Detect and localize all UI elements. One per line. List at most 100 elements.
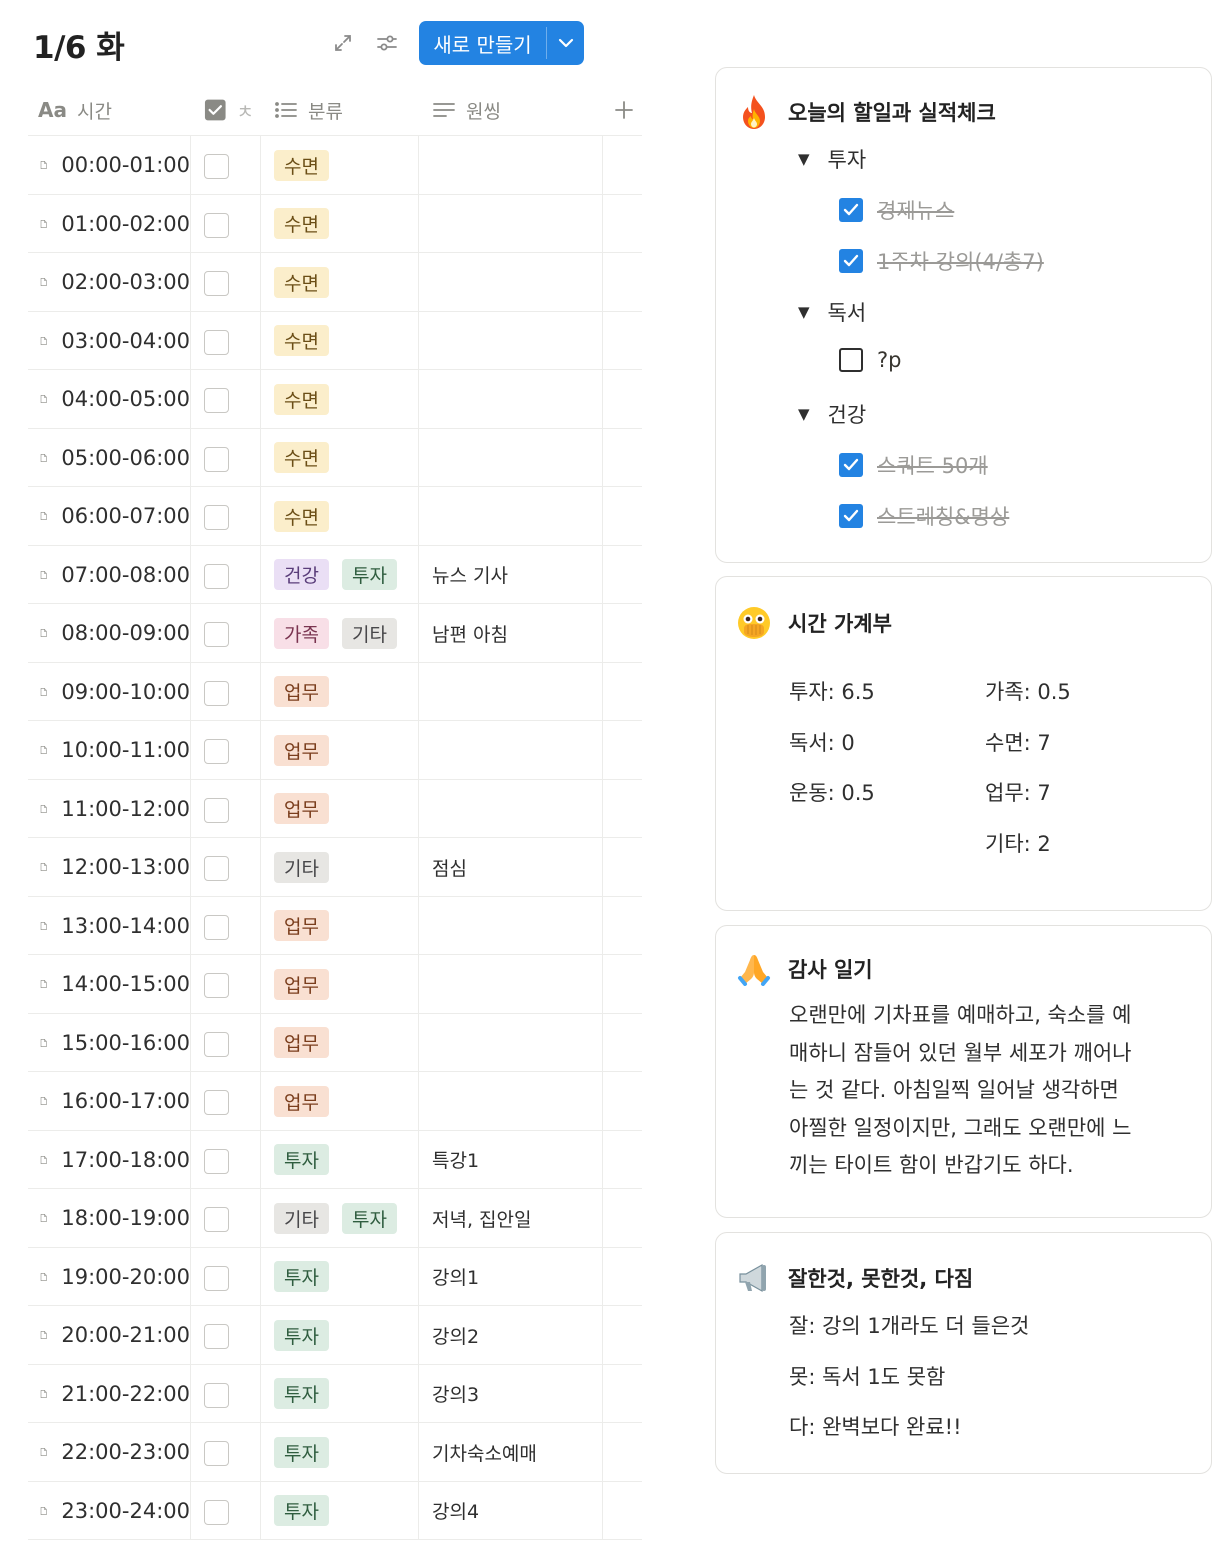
time-cell[interactable]: 22:00-23:00 — [40, 1423, 190, 1481]
category-tag[interactable]: 업무 — [274, 734, 329, 766]
category-cell[interactable]: 수면 — [274, 429, 329, 487]
row-checkbox[interactable] — [204, 388, 229, 413]
todo-checkbox[interactable] — [839, 249, 863, 273]
row-checkbox[interactable] — [204, 329, 229, 355]
source-cell[interactable]: 강의1 — [432, 1248, 479, 1306]
category-tag[interactable]: 투자 — [274, 1261, 329, 1292]
new-button[interactable]: 새로 만들기 — [419, 21, 546, 65]
table-row[interactable]: 00:00-01:00 수면 — [28, 136, 642, 195]
category-tag[interactable]: 수면 — [274, 442, 329, 473]
time-cell[interactable]: 06:00-07:00 — [40, 487, 190, 545]
row-checkbox[interactable] — [204, 622, 229, 647]
table-row[interactable]: 04:00-05:00 수면 — [28, 370, 642, 429]
category-tag[interactable]: 수면 — [274, 500, 329, 532]
table-row[interactable]: 23:00-24:00 투자 강의4 — [28, 1482, 642, 1540]
source-cell[interactable]: 기차숙소예매 — [432, 1423, 537, 1481]
row-checkbox[interactable] — [204, 797, 229, 823]
toggle-triangle-icon[interactable]: ▼ — [798, 405, 810, 423]
table-row[interactable]: 09:00-10:00 업무 — [28, 663, 642, 721]
category-tag[interactable]: 투자 — [341, 1202, 397, 1234]
toggle-group[interactable]: ▼ 독서 — [798, 297, 866, 327]
table-row[interactable]: 03:00-04:00 수면 — [28, 312, 642, 370]
chevron-down-icon[interactable] — [547, 21, 584, 65]
category-tag[interactable]: 건강 — [274, 559, 329, 590]
time-cell[interactable]: 13:00-14:00 — [40, 897, 190, 955]
source-cell[interactable]: 강의4 — [432, 1482, 479, 1540]
category-cell[interactable]: 투자 — [274, 1482, 329, 1540]
time-cell[interactable]: 07:00-08:00 — [40, 546, 190, 604]
row-checkbox[interactable] — [204, 212, 229, 238]
time-cell[interactable]: 17:00-18:00 — [40, 1131, 190, 1189]
category-tag[interactable]: 투자 — [274, 1436, 329, 1468]
table-row[interactable]: 22:00-23:00 투자 기차숙소예매 — [28, 1423, 642, 1482]
filter-settings-icon[interactable] — [374, 30, 400, 56]
row-checkbox[interactable] — [204, 739, 229, 764]
row-checkbox[interactable] — [204, 446, 229, 472]
category-cell[interactable]: 업무 — [274, 1014, 329, 1072]
table-row[interactable]: 18:00-19:00 기타 투자 저녁, 집안일 — [28, 1189, 642, 1248]
table-row[interactable]: 05:00-06:00 수면 — [28, 429, 642, 487]
category-cell[interactable]: 건강 투자 — [274, 546, 397, 604]
category-tag[interactable]: 수면 — [274, 383, 329, 415]
table-row[interactable]: 13:00-14:00 업무 — [28, 897, 642, 955]
category-cell[interactable]: 업무 — [274, 955, 329, 1013]
toggle-triangle-icon[interactable]: ▼ — [798, 150, 810, 168]
category-cell[interactable]: 기타 — [274, 838, 329, 896]
column-header-time[interactable]: Aa 시간 — [38, 84, 112, 136]
row-checkbox[interactable] — [204, 1382, 229, 1408]
todo-checkbox[interactable] — [839, 453, 863, 477]
category-tag[interactable]: 수면 — [274, 325, 329, 356]
category-tag[interactable]: 투자 — [274, 1495, 329, 1526]
source-cell[interactable]: 점심 — [432, 838, 467, 896]
category-tag[interactable]: 업무 — [274, 1085, 329, 1117]
table-row[interactable]: 19:00-20:00 투자 강의1 — [28, 1248, 642, 1306]
source-cell[interactable]: 뉴스 기사 — [432, 546, 508, 604]
table-row[interactable]: 21:00-22:00 투자 강의3 — [28, 1365, 642, 1423]
toggle-group[interactable]: ▼ 투자 — [798, 144, 866, 174]
row-checkbox[interactable] — [204, 1207, 229, 1232]
category-cell[interactable]: 수면 — [274, 195, 329, 253]
row-checkbox[interactable] — [204, 856, 229, 881]
time-cell[interactable]: 00:00-01:00 — [40, 136, 190, 194]
time-cell[interactable]: 15:00-16:00 — [40, 1014, 190, 1072]
table-row[interactable]: 14:00-15:00 업무 — [28, 955, 642, 1014]
time-cell[interactable]: 23:00-24:00 — [40, 1482, 190, 1540]
table-row[interactable]: 15:00-16:00 업무 — [28, 1014, 642, 1072]
time-cell[interactable]: 08:00-09:00 — [40, 604, 190, 662]
category-cell[interactable]: 수면 — [274, 253, 329, 311]
category-cell[interactable]: 투자 — [274, 1131, 329, 1189]
row-checkbox[interactable] — [204, 1324, 229, 1349]
category-cell[interactable]: 수면 — [274, 487, 329, 545]
time-cell[interactable]: 10:00-11:00 — [40, 721, 190, 779]
row-checkbox[interactable] — [204, 973, 229, 998]
row-checkbox[interactable] — [204, 1265, 229, 1291]
todo-checkbox[interactable] — [839, 198, 863, 222]
category-tag[interactable]: 수면 — [274, 266, 329, 298]
todo-checkbox[interactable] — [839, 504, 863, 528]
category-tag[interactable]: 투자 — [274, 1144, 329, 1175]
category-tag[interactable]: 수면 — [274, 149, 329, 181]
row-checkbox[interactable] — [204, 1090, 229, 1115]
toggle-triangle-icon[interactable]: ▼ — [798, 303, 810, 321]
category-tag[interactable]: 기타 — [274, 1202, 329, 1234]
source-cell[interactable]: 특강1 — [432, 1131, 479, 1189]
category-cell[interactable]: 투자 — [274, 1306, 329, 1364]
category-cell[interactable]: 가족 기타 — [274, 604, 397, 662]
source-cell[interactable]: 강의2 — [432, 1306, 479, 1364]
category-cell[interactable]: 업무 — [274, 663, 329, 721]
row-checkbox[interactable] — [204, 914, 229, 940]
category-tag[interactable]: 업무 — [274, 676, 329, 707]
table-row[interactable]: 07:00-08:00 건강 투자 뉴스 기사 — [28, 546, 642, 604]
time-cell[interactable]: 11:00-12:00 — [40, 780, 190, 838]
category-tag[interactable]: 가족 — [274, 617, 329, 649]
source-cell[interactable]: 강의3 — [432, 1365, 479, 1423]
table-row[interactable]: 06:00-07:00 수면 — [28, 487, 642, 546]
category-tag[interactable]: 업무 — [274, 1027, 329, 1058]
table-row[interactable]: 12:00-13:00 기타 점심 — [28, 838, 642, 897]
category-tag[interactable]: 투자 — [341, 559, 397, 590]
table-row[interactable]: 20:00-21:00 투자 강의2 — [28, 1306, 642, 1365]
category-cell[interactable]: 투자 — [274, 1423, 329, 1481]
category-tag[interactable]: 기타 — [341, 617, 397, 649]
time-cell[interactable]: 04:00-05:00 — [40, 370, 190, 428]
category-cell[interactable]: 업무 — [274, 1072, 329, 1130]
